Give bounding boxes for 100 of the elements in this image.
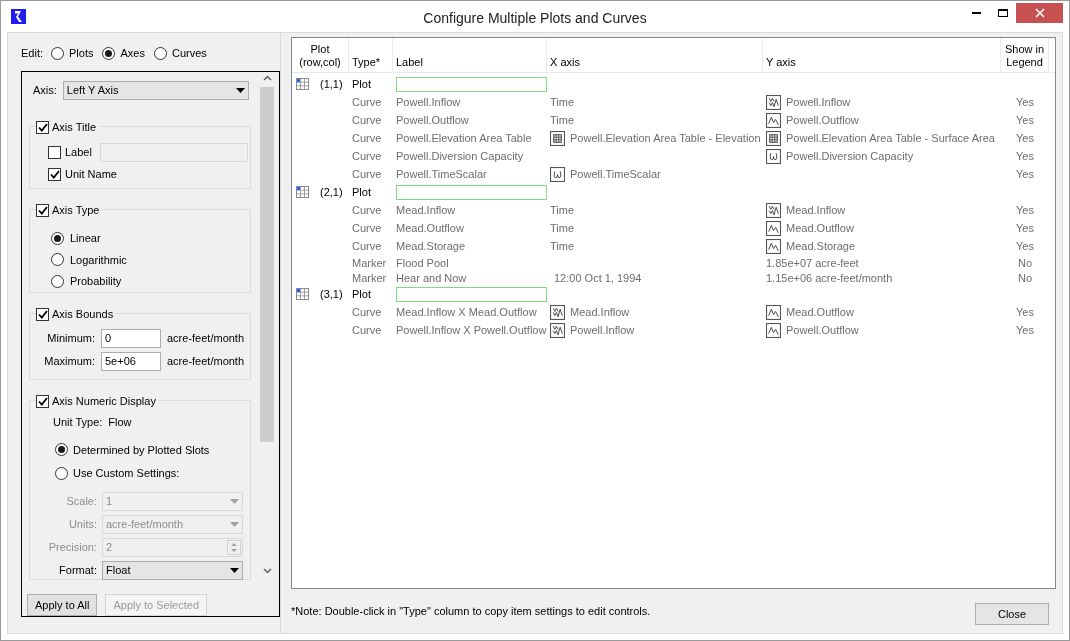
checkbox[interactable] xyxy=(36,203,49,217)
radio-label[interactable]: Plots xyxy=(69,44,94,62)
table-cell-text: Mead.Outflow xyxy=(786,304,854,320)
table-cell-text: Flood Pool xyxy=(395,256,450,271)
zigzag-icon xyxy=(766,238,781,254)
scroll-up-icon[interactable] xyxy=(262,75,272,81)
omega-icon xyxy=(766,148,781,164)
table-cell-text: 1.15e+06 acre-feet/month xyxy=(766,271,893,286)
table-cell-text: Marker xyxy=(351,271,388,286)
column-header[interactable]: Plot (row,col) xyxy=(292,43,348,69)
table-cell-text: Mead.Outflow xyxy=(786,220,854,236)
radio-label[interactable]: Use Custom Settings: xyxy=(73,465,180,482)
checkbox[interactable] xyxy=(48,146,61,159)
zigzag-icon xyxy=(766,322,781,338)
field-label: Maximum: xyxy=(43,354,96,370)
unit-type-label: Unit Type: xyxy=(53,415,103,430)
table-cell-text: Time xyxy=(550,202,575,218)
unit-label: acre-feet/month xyxy=(167,331,245,347)
checkbox[interactable] xyxy=(48,167,61,181)
radio-button[interactable] xyxy=(51,231,64,245)
table-cell-text: Powell.Inflow xyxy=(786,94,851,110)
table-cell-text: Powell.Diversion Capacity xyxy=(395,148,525,164)
radio-label[interactable]: Logarithmic xyxy=(70,251,127,269)
radio-button[interactable] xyxy=(153,46,167,60)
table-cell-text: Plot xyxy=(351,76,372,92)
column-header[interactable]: Y axis xyxy=(766,56,796,69)
scroll-down-icon[interactable] xyxy=(262,568,272,574)
table-cell-text: Mead.Inflow xyxy=(570,304,630,320)
checkbox[interactable] xyxy=(36,394,49,408)
table-cell: Yes xyxy=(1016,203,1034,216)
zigzag-icon xyxy=(766,112,781,128)
field-label: Format: xyxy=(58,562,98,578)
table-cell-text: Powell.Outflow xyxy=(786,322,859,338)
radio-button[interactable] xyxy=(51,274,64,288)
checkbox-label[interactable]: Unit Name xyxy=(65,166,117,183)
double-zigzag-icon xyxy=(550,304,565,320)
field-label: Precision: xyxy=(47,539,98,555)
radio-button[interactable] xyxy=(55,466,68,480)
table-cell: Yes xyxy=(1016,113,1034,126)
checkbox-label[interactable]: Label xyxy=(65,144,92,161)
table-cell: Yes xyxy=(1016,305,1034,318)
radio-button[interactable] xyxy=(102,46,116,60)
field-label: Scale: xyxy=(65,493,98,509)
table-cell-text: Powell.Elevation Area Table - Elevation xyxy=(570,130,761,146)
table-cell-text: Mead.Storage xyxy=(395,238,467,254)
edit-label: Edit: xyxy=(21,45,43,61)
dropdown-caret-icon xyxy=(230,521,239,527)
field-label: Units: xyxy=(67,516,98,532)
dropdown[interactable]: Float xyxy=(102,560,243,580)
dropdown-caret-icon xyxy=(230,498,239,504)
double-zigzag-icon xyxy=(766,94,781,110)
close-button[interactable]: Close xyxy=(975,603,1049,625)
axis-dropdown[interactable]: Left Y Axis xyxy=(62,81,249,100)
note-text: *Note: Double-click in "Type" column to copy item settings to edit controls. xyxy=(291,603,651,619)
omega-icon xyxy=(550,166,565,182)
table-cell-text: Mead.Storage xyxy=(786,238,856,254)
radio-label[interactable]: Determined by Plotted Slots xyxy=(73,441,210,458)
table-cell-text: Time xyxy=(550,238,575,254)
label-input-field[interactable] xyxy=(396,286,547,302)
table-cell-text: Curve xyxy=(351,112,383,128)
table-cell-text: Curve xyxy=(351,130,383,146)
checkbox[interactable] xyxy=(36,120,49,134)
table-cell: No xyxy=(1017,272,1033,284)
table-cell-text: Time xyxy=(550,220,575,236)
table-cell-text: Powell.Inflow xyxy=(395,94,462,110)
radio-label[interactable]: Probability xyxy=(70,273,122,290)
grid-icon xyxy=(766,130,781,146)
table-cell-text: Curve xyxy=(351,220,383,236)
table-cell-text: Powell.Diversion Capacity xyxy=(786,148,914,164)
label-input-field[interactable] xyxy=(396,184,547,200)
radio-button[interactable] xyxy=(55,443,68,457)
radio-label[interactable]: Curves xyxy=(171,44,207,62)
table-cell-text: Powell.Inflow X Powell.Outflow xyxy=(395,322,547,338)
plot-grid-icon xyxy=(296,288,309,300)
checkbox[interactable] xyxy=(36,307,49,321)
table-cell: No xyxy=(1017,257,1033,269)
double-zigzag-icon xyxy=(766,202,781,218)
number-input-field[interactable]: 0 xyxy=(101,328,161,348)
close-icon[interactable] xyxy=(1016,2,1063,23)
column-header[interactable]: X axis xyxy=(550,56,580,69)
table-cell-text: Powell.TimeScalar xyxy=(570,166,661,182)
column-header[interactable]: Label xyxy=(396,56,423,69)
radio-button[interactable] xyxy=(51,46,64,60)
window-title: Configure Multiple Plots and Curves xyxy=(423,9,647,28)
action-button[interactable]: Apply to All xyxy=(27,594,98,616)
radio-label[interactable]: Axes xyxy=(120,44,145,62)
unit-type-value: Flow xyxy=(108,415,132,430)
number-input-field[interactable]: 5e+06 xyxy=(101,351,161,371)
table-cell: Yes xyxy=(1016,239,1034,252)
table-cell: Yes xyxy=(1016,167,1034,180)
label-input-field[interactable] xyxy=(396,76,547,92)
column-header[interactable]: Type* xyxy=(352,56,381,69)
table-cell-text: Curve xyxy=(351,322,383,338)
table-cell-text: 12:00 Oct 1, 1994 xyxy=(554,271,642,286)
plot-grid-icon xyxy=(296,78,309,90)
radio-button[interactable] xyxy=(51,253,64,267)
table-cell: Yes xyxy=(1016,131,1034,144)
radio-label[interactable]: Linear xyxy=(70,230,101,247)
column-header[interactable]: Show in Legend xyxy=(1001,43,1048,69)
table-cell-text: 1.85e+07 acre-feet xyxy=(766,256,859,271)
